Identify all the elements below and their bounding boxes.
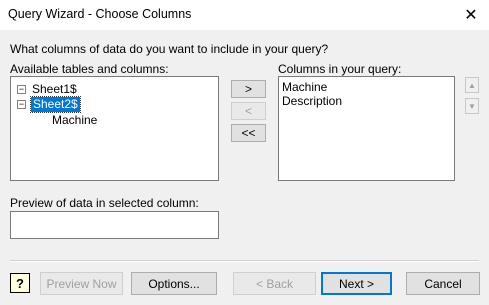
list-item[interactable]: Machine (282, 80, 327, 95)
next-button[interactable]: Next > (321, 272, 392, 295)
options-button[interactable]: Options... (131, 272, 217, 295)
collapse-icon[interactable]: − (17, 85, 26, 94)
tree-item-label: Sheet2$ (30, 96, 81, 113)
preview-now-button[interactable]: Preview Now (40, 272, 123, 295)
help-icon[interactable]: ? (10, 273, 30, 293)
back-button[interactable]: < Back (233, 272, 316, 295)
tree-item-label: Sheet1$ (32, 82, 77, 96)
query-columns-list[interactable]: Machine Description (278, 76, 455, 181)
cancel-button[interactable]: Cancel (406, 272, 480, 295)
move-down-button[interactable]: ▼ (465, 98, 479, 114)
remove-column-button[interactable]: < (231, 102, 266, 120)
preview-label: Preview of data in selected column: (10, 196, 199, 210)
query-wizard-dialog: Query Wizard - Choose Columns ✕ What col… (0, 0, 489, 305)
list-item[interactable]: Description (282, 94, 342, 109)
up-arrow-icon: ▲ (468, 80, 476, 90)
close-icon[interactable]: ✕ (459, 4, 483, 26)
down-arrow-icon: ▼ (468, 101, 476, 111)
tree-item-machine[interactable]: Machine (52, 113, 97, 128)
tree-item-label: Machine (52, 113, 98, 127)
available-label: Available tables and columns: (10, 62, 169, 76)
move-up-button[interactable]: ▲ (465, 77, 479, 93)
window-title: Query Wizard - Choose Columns (8, 7, 192, 21)
collapse-icon[interactable]: − (17, 100, 26, 109)
add-column-button[interactable]: > (231, 80, 266, 98)
available-tree[interactable]: − Sheet1$ − Sheet2$ Machine (10, 76, 219, 181)
title-bar: Query Wizard - Choose Columns ✕ (0, 0, 489, 30)
remove-all-columns-button[interactable]: << (231, 124, 266, 142)
query-columns-label: Columns in your query: (278, 62, 402, 76)
footer-divider (10, 260, 479, 262)
prompt-text: What columns of data do you want to incl… (10, 42, 329, 56)
preview-field[interactable] (10, 211, 219, 239)
